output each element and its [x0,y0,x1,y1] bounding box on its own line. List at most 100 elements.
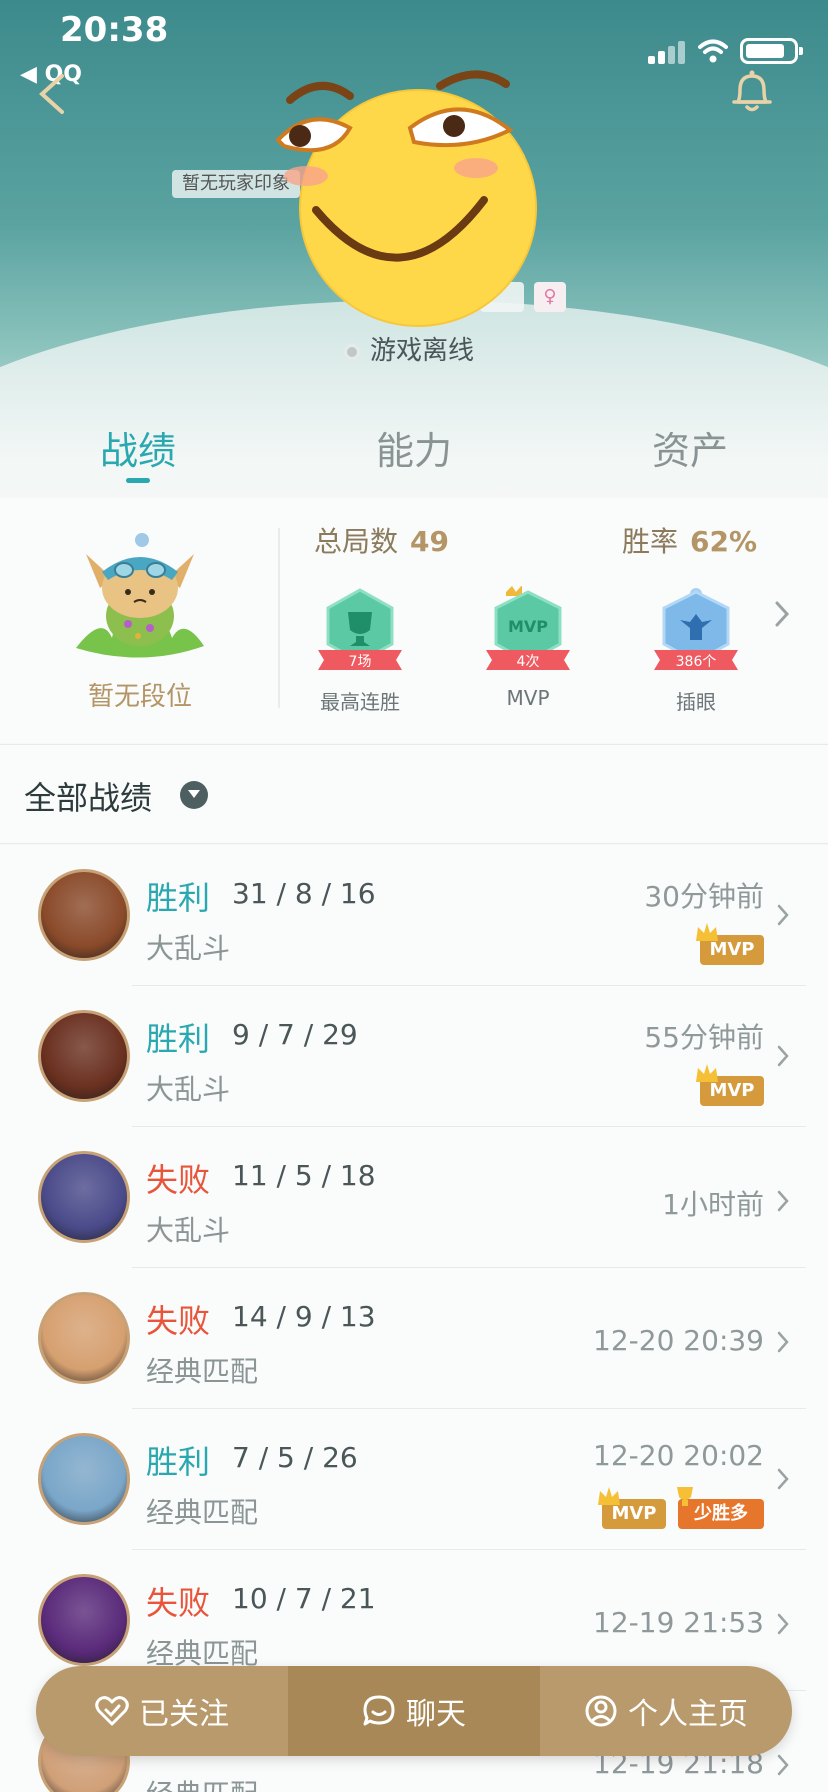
badge-label: 最高连胜 [320,690,400,714]
profile-tabs: 战绩 能力 资产 [0,420,828,498]
follow-label: 已关注 [139,1697,229,1732]
win-rate-label: 胜率 [622,525,679,558]
homepage-button[interactable]: 个人主页 [540,1666,792,1756]
match-filter-label: 全部战绩 [24,779,153,817]
match-row[interactable]: 失败 11 / 5 / 18 大乱斗 1小时前 [0,1127,828,1268]
chevron-right-icon [777,1754,789,1776]
summary-divider [278,528,280,708]
match-kda: 10 / 7 / 21 [232,1582,376,1615]
signal-icon [648,40,688,64]
tab-record[interactable]: 战绩 [38,420,238,475]
match-kda: 9 / 7 / 29 [232,1018,358,1051]
bottom-action-bar: 已关注 聊天 个人主页 [36,1666,792,1756]
trophy-icon: 7场 [318,588,402,670]
rank-mascot-icon [76,533,204,658]
chat-bubble-icon [363,1695,395,1726]
match-result: 胜利 [146,879,211,917]
match-result: 胜利 [146,1443,211,1481]
status-dot-icon [344,343,360,360]
chevron-right-icon [777,904,789,926]
badge-count: 386个 [676,654,717,670]
user-circle-icon [585,1695,617,1727]
match-row[interactable]: 胜利 9 / 7 / 29 大乱斗 55分钟前 MVP [0,986,828,1127]
match-kda: 14 / 9 / 13 [232,1300,376,1333]
match-time: 55分钟前 [644,1021,764,1054]
badge-win-streak: 7场 最高连胜 [300,586,420,714]
notification-bell-icon[interactable] [728,68,776,114]
badge-label: MVP [506,686,550,710]
match-mode: 大乱斗 [146,1214,231,1247]
follow-button[interactable]: 已关注 [36,1666,288,1756]
trophy-icon [677,1487,693,1506]
match-kda: 31 / 8 / 16 [232,877,376,910]
total-games: 总局数 49 [314,520,449,560]
match-mode: 经典匹配 [146,1355,259,1388]
win-rate: 胜率 62% [622,520,757,560]
match-result: 失败 [146,1302,211,1340]
chevron-down-icon[interactable] [180,781,208,809]
champion-avatar [38,1433,130,1525]
homepage-label: 个人主页 [628,1697,748,1732]
match-row[interactable]: 胜利 31 / 8 / 16 大乱斗 30分钟前 MVP [0,845,828,986]
match-time: 1小时前 [662,1188,764,1221]
match-row[interactable]: 失败 14 / 9 / 13 经典匹配 12-20 20:39 [0,1268,828,1409]
tab-assets[interactable]: 资产 [590,420,790,475]
badge-wards: 386个 插眼 [636,586,756,714]
badge-label: 插眼 [676,690,716,714]
record-summary-card[interactable]: 暂无段位 总局数 49 胜率 62% 7场 最高连胜 MVP 4次 MVP 38… [0,498,828,743]
match-row[interactable]: 胜利 7 / 5 / 26 经典匹配 12-20 20:02 少胜多 MVP [0,1409,828,1550]
tab-active-indicator [126,478,150,483]
match-kda: 11 / 5 / 18 [232,1159,376,1192]
avatar[interactable] [270,70,570,330]
champion-avatar [38,1574,130,1666]
online-status: 游戏离线 [344,330,474,367]
mvp-badge: MVP [696,923,764,965]
mvp-badge: MVP [598,1487,666,1529]
match-mode: 大乱斗 [146,932,231,965]
total-games-value: 49 [410,525,449,558]
wifi-icon [698,39,728,63]
champion-avatar [38,1151,130,1243]
champion-avatar [38,1010,130,1102]
chevron-right-icon [777,1613,789,1635]
chevron-right-icon[interactable] [774,600,790,628]
badge-count: 7场 [349,654,372,670]
match-time: 12-19 21:53 [593,1606,764,1639]
match-filter[interactable]: 全部战绩 [0,744,828,844]
total-games-label: 总局数 [314,525,399,558]
match-time: 12-20 20:02 [593,1439,764,1472]
match-list: 胜利 31 / 8 / 16 大乱斗 30分钟前 MVP 胜利 9 / 7 / 29 大乱斗 5… [0,845,828,1792]
match-time: 30分钟前 [644,880,764,913]
mvp-icon: MVP 4次 [486,585,570,670]
match-result: 失败 [146,1161,211,1199]
match-mode: 经典匹配 [146,1496,259,1529]
online-status-text: 游戏离线 [370,336,475,366]
tab-ability[interactable]: 能力 [314,420,514,475]
chat-button[interactable]: 聊天 [288,1666,540,1756]
chevron-right-icon [777,1331,789,1353]
profile-header: 20:38 ◀ QQ 暂无玩家印象 ♀ 游戏离线 战绩 能力 资产 [0,0,828,498]
champion-avatar [38,1292,130,1384]
chevron-right-icon [777,1045,789,1067]
rank-label: 暂无段位 [87,682,192,712]
mvp-badge: MVP [696,1064,764,1106]
badge-count: 4次 [517,654,540,670]
match-result: 胜利 [146,1020,211,1058]
chevron-right-icon [777,1190,789,1212]
champion-avatar [38,869,130,961]
back-chevron-icon[interactable] [36,72,68,116]
badge-mvp: MVP 4次 MVP [468,585,588,710]
match-time: 12-20 20:39 [593,1324,764,1357]
match-mode: 大乱斗 [146,1073,231,1106]
match-mode: 经典匹配 [146,1773,258,1792]
match-result: 失败 [146,1584,211,1622]
chat-label: 聊天 [406,1697,466,1732]
underdog-win-badge: 少胜多 [677,1487,764,1529]
ward-icon: 386个 [654,588,738,670]
match-kda: 7 / 5 / 26 [232,1441,358,1474]
svg-text:MVP: MVP [508,617,548,636]
battery-icon [740,38,803,64]
crown-icon [598,1487,620,1505]
status-time: 20:38 [60,10,169,50]
win-rate-value: 62% [690,525,758,558]
